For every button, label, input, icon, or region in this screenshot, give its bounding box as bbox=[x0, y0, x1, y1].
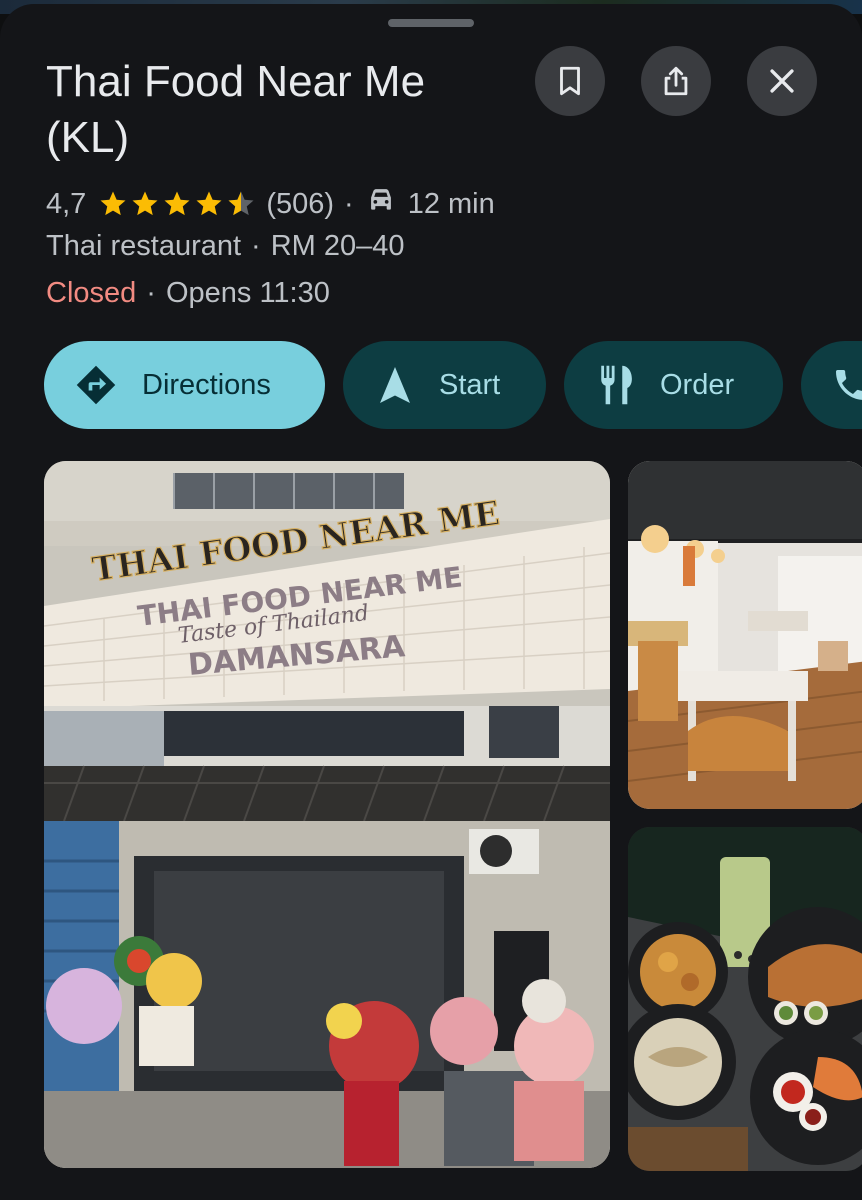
half-star-icon bbox=[228, 191, 254, 215]
category: Thai restaurant bbox=[46, 230, 242, 262]
place-bottom-sheet: Thai Food Near Me (KL) 4,7 (506) · 12 mi… bbox=[0, 4, 862, 1200]
rating-row: 4,7 (506) · 12 min bbox=[46, 182, 495, 225]
rating-value: 4,7 bbox=[46, 187, 87, 220]
close-button[interactable] bbox=[747, 46, 817, 116]
category-row: Thai restaurant · RM 20–40 bbox=[46, 230, 405, 262]
food-photo[interactable] bbox=[628, 827, 862, 1171]
directions-icon bbox=[74, 363, 118, 407]
bookmark-icon bbox=[560, 66, 580, 96]
star-icon bbox=[132, 191, 158, 215]
navigation-icon bbox=[377, 364, 413, 406]
place-title: Thai Food Near Me (KL) bbox=[46, 57, 426, 162]
utensils-icon bbox=[596, 362, 638, 408]
car-icon bbox=[364, 182, 398, 225]
opening-time: Opens 11:30 bbox=[165, 277, 330, 309]
drive-time: 12 min bbox=[407, 187, 495, 220]
call-button[interactable] bbox=[801, 341, 862, 429]
directions-button[interactable]: Directions bbox=[44, 341, 325, 429]
price-range: RM 20–40 bbox=[270, 230, 405, 262]
start-label: Start bbox=[439, 368, 501, 401]
directions-label: Directions bbox=[142, 368, 271, 401]
share-button[interactable] bbox=[641, 46, 711, 116]
order-button[interactable]: Order bbox=[564, 341, 783, 429]
open-status: Closed bbox=[46, 277, 137, 309]
hours-row[interactable]: Closed · Opens 11:30 bbox=[46, 275, 330, 311]
interior-photo[interactable] bbox=[628, 461, 862, 809]
storefront-photo[interactable]: THAI FOOD NEAR ME THAI FOOD NEAR ME Tast… bbox=[44, 461, 610, 1168]
rating-stars bbox=[98, 189, 258, 219]
share-icon bbox=[664, 66, 688, 96]
close-icon bbox=[770, 69, 794, 93]
save-button[interactable] bbox=[535, 46, 605, 116]
action-chips: Directions Start Order bbox=[44, 341, 862, 431]
review-count[interactable]: (506) bbox=[266, 186, 334, 222]
start-button[interactable]: Start bbox=[343, 341, 546, 429]
order-label: Order bbox=[660, 368, 735, 401]
star-icon bbox=[164, 191, 190, 215]
drag-handle[interactable] bbox=[388, 19, 474, 27]
phone-icon bbox=[831, 365, 862, 405]
star-icon bbox=[196, 191, 222, 215]
star-icon bbox=[100, 191, 126, 215]
